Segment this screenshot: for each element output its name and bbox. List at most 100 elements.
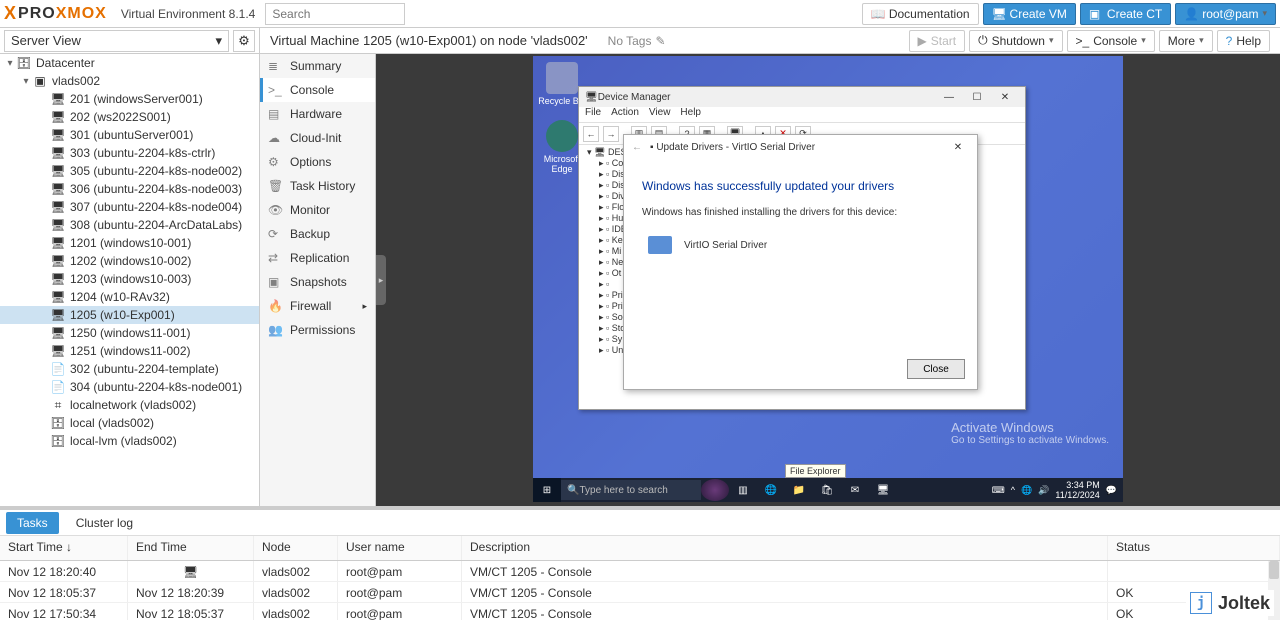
start-button[interactable]: ▶Start [909, 30, 966, 52]
tree-item[interactable]: ▾▣vlads002 [0, 72, 259, 90]
dialog-close-action[interactable]: Close [907, 359, 965, 379]
maximize-button[interactable]: ☐ [963, 88, 991, 106]
devmgr-titlebar[interactable]: 🖥 Device Manager — ☐ ✕ [579, 87, 1025, 107]
nav-hardware[interactable]: ▤Hardware [260, 102, 375, 126]
tree-item[interactable]: 🖥1204 (w10-RAv32) [0, 288, 259, 306]
notifications-icon[interactable]: 💬 [1106, 485, 1117, 496]
tree-item[interactable]: 🗄local (vlads002) [0, 414, 259, 432]
devmgr-menu-item[interactable]: View [649, 107, 671, 122]
net-icon: ⌗ [50, 398, 66, 412]
nav-summary[interactable]: ≣Summary [260, 54, 375, 78]
nav-options[interactable]: ⚙Options [260, 150, 375, 174]
help-button[interactable]: ?Help [1217, 30, 1270, 52]
vm-icon: 🖥 [50, 308, 66, 322]
nav-replication[interactable]: ⇄Replication [260, 246, 375, 270]
explorer-taskbar-icon[interactable]: 📁 [785, 478, 813, 502]
col-node[interactable]: Node [254, 536, 338, 560]
mail-taskbar-icon[interactable]: ✉ [841, 478, 869, 502]
file-explorer-tooltip: File Explorer [785, 464, 846, 478]
system-tray[interactable]: ⌨ ^ 🌐 🔊 3:34 PM11/12/2024 💬 [986, 480, 1123, 500]
col-status[interactable]: Status [1108, 536, 1280, 560]
tree-item[interactable]: 🖥301 (ubuntuServer001) [0, 126, 259, 144]
tree-item[interactable]: 🖥1201 (windows10-001) [0, 234, 259, 252]
create-vm-button[interactable]: 🖥Create VM [983, 3, 1076, 25]
server-icon: 🗄 [16, 56, 32, 70]
tree-item[interactable]: ▾🗄Datacenter [0, 54, 259, 72]
global-search-input[interactable] [265, 3, 405, 25]
tags-editor[interactable]: No Tags✎ [608, 34, 666, 48]
tree-item[interactable]: 📄302 (ubuntu-2204-template) [0, 360, 259, 378]
nav-backup[interactable]: ⟳Backup [260, 222, 375, 246]
tree-item[interactable]: 🖥1202 (windows10-002) [0, 252, 259, 270]
cortana-icon[interactable] [701, 478, 729, 502]
tree-item[interactable]: 🗄local-lvm (vlads002) [0, 432, 259, 450]
tree-item[interactable]: 📄304 (ubuntu-2204-k8s-node001) [0, 378, 259, 396]
windows-taskbar[interactable]: ⊞ 🔍 Type here to search ▥ 🌐 📁 🛍 ✉ 🖥 ⌨ ^ … [533, 478, 1123, 502]
documentation-button[interactable]: 📖Documentation [862, 3, 979, 25]
vm-icon: 🖥 [50, 200, 66, 214]
tree-item[interactable]: 🖥1251 (windows11-002) [0, 342, 259, 360]
nav-snapshots[interactable]: ▣Snapshots [260, 270, 375, 294]
monitor-icon: 🖥 [992, 7, 1006, 21]
nav-task-history[interactable]: 🗑Task History [260, 174, 375, 198]
create-ct-button[interactable]: ▣Create CT [1080, 3, 1171, 25]
back-icon[interactable]: ← [583, 126, 599, 142]
devmgr-menu-item[interactable]: Help [680, 107, 701, 122]
taskview-icon[interactable]: ▥ [729, 478, 757, 502]
dialog-heading: Windows has successfully updated your dr… [642, 179, 959, 193]
tree-item[interactable]: 🖥1250 (windows11-001) [0, 324, 259, 342]
devmgr-menu-item[interactable]: Action [611, 107, 639, 122]
store-taskbar-icon[interactable]: 🛍 [813, 478, 841, 502]
devmgr-taskbar-icon[interactable]: 🖥 [869, 478, 897, 502]
dialog-close-button[interactable]: ✕ [947, 142, 969, 153]
tray-chevron-icon[interactable]: ^ [1011, 485, 1015, 495]
col-desc[interactable]: Description [462, 536, 1108, 560]
user-menu-button[interactable]: 👤root@pam [1175, 3, 1276, 25]
devmgr-menu-item[interactable]: File [585, 107, 601, 122]
collapse-handle[interactable]: ▸ [376, 255, 386, 305]
back-arrow-icon[interactable]: ← [632, 142, 642, 153]
forward-icon[interactable]: → [603, 126, 619, 142]
tree-item[interactable]: 🖥306 (ubuntu-2204-k8s-node003) [0, 180, 259, 198]
log-row[interactable]: Nov 12 18:05:37Nov 12 18:20:39vlads002ro… [0, 582, 1280, 603]
tree-item[interactable]: 🖥308 (ubuntu-2204-ArcDataLabs) [0, 216, 259, 234]
tree-item[interactable]: 🖥307 (ubuntu-2204-k8s-node004) [0, 198, 259, 216]
nav-monitor[interactable]: 👁Monitor [260, 198, 375, 222]
nav-permissions[interactable]: 👥Permissions [260, 318, 375, 342]
tree-item[interactable]: 🖥1205 (w10-Exp001) [0, 306, 259, 324]
keyboard-icon[interactable]: ⌨ [992, 485, 1005, 496]
col-user[interactable]: User name [338, 536, 462, 560]
tree-item[interactable]: 🖥305 (ubuntu-2204-k8s-node002) [0, 162, 259, 180]
devmgr-icon: 🖥 [585, 92, 598, 103]
network-icon[interactable]: 🌐 [1021, 485, 1032, 496]
console-button[interactable]: >_Console [1067, 30, 1155, 52]
tree-settings-button[interactable]: ⚙ [233, 30, 255, 52]
tab-cluster-log[interactable]: Cluster log [65, 512, 144, 534]
log-row[interactable]: Nov 12 18:20:40🖥vlads002root@pamVM/CT 12… [0, 561, 1280, 582]
tab-tasks[interactable]: Tasks [6, 512, 59, 534]
nav-cloud-init[interactable]: ☁Cloud-Init [260, 126, 375, 150]
nav-firewall[interactable]: 🔥Firewall▸ [260, 294, 375, 318]
tree-item[interactable]: ⌗localnetwork (vlads002) [0, 396, 259, 414]
log-row[interactable]: Nov 12 17:50:34Nov 12 18:05:37vlads002ro… [0, 603, 1280, 620]
guest-desktop[interactable]: Recycle Bin Microsoft Edge 🖥 Device Mana… [533, 56, 1123, 502]
tree-item[interactable]: 🖥201 (windowsServer001) [0, 90, 259, 108]
volume-icon[interactable]: 🔊 [1038, 485, 1049, 496]
tree-item[interactable]: 🖥1203 (windows10-003) [0, 270, 259, 288]
vm-icon: 🖥 [50, 344, 66, 358]
view-selector[interactable]: Server View▾ [4, 30, 229, 52]
minimize-button[interactable]: — [935, 88, 963, 106]
tree-item[interactable]: 🖥202 (ws2022S001) [0, 108, 259, 126]
nav-console[interactable]: >_Console [260, 78, 375, 102]
dialog-header[interactable]: ← ▪ Update Drivers - VirtIO Serial Drive… [624, 135, 977, 159]
start-button-win[interactable]: ⊞ [533, 478, 561, 502]
more-button[interactable]: More [1159, 30, 1213, 52]
col-start[interactable]: Start Time ↓ [0, 536, 128, 560]
shutdown-button[interactable]: ⏻Shutdown [969, 30, 1062, 52]
tree-item[interactable]: 🖥303 (ubuntu-2204-k8s-ctrlr) [0, 144, 259, 162]
taskbar-search[interactable]: 🔍 Type here to search [561, 480, 701, 500]
edge-taskbar-icon[interactable]: 🌐 [757, 478, 785, 502]
product-version: Virtual Environment 8.1.4 [121, 7, 256, 21]
col-end[interactable]: End Time [128, 536, 254, 560]
close-button[interactable]: ✕ [991, 88, 1019, 106]
